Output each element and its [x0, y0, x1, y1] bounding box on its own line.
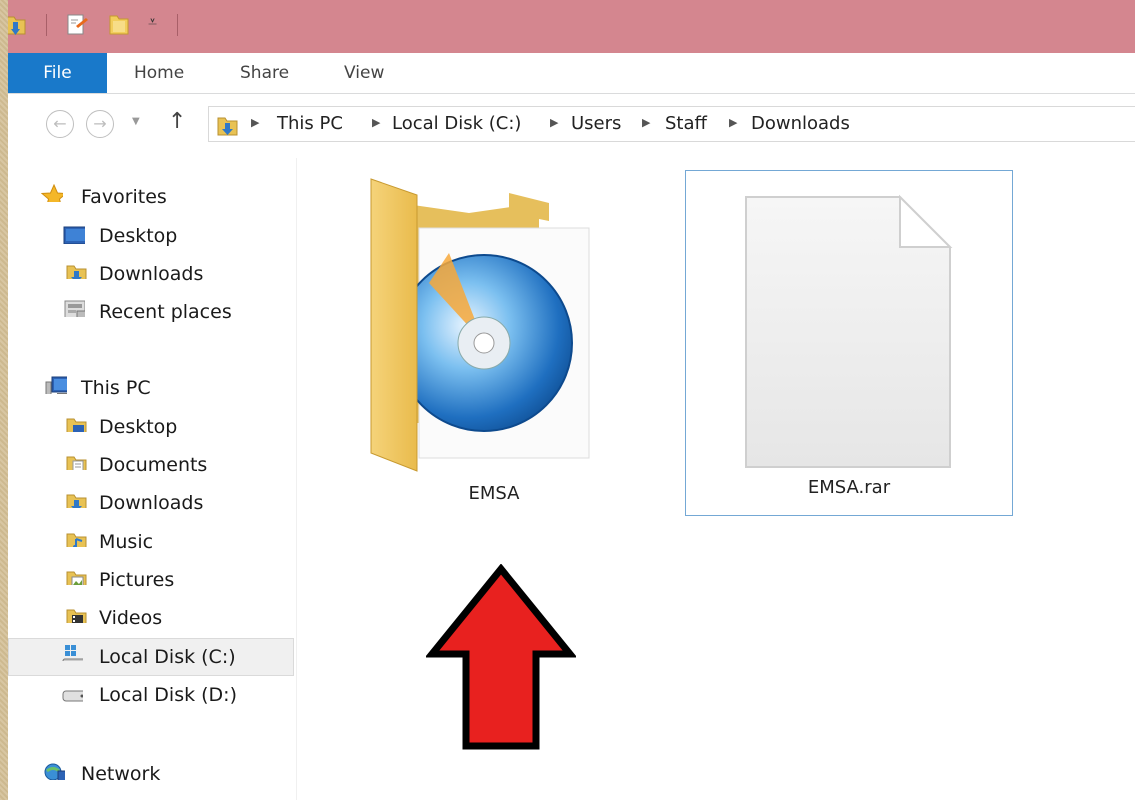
nav-label: Downloads — [99, 263, 204, 285]
nav-favorites-desktop[interactable]: Desktop — [63, 218, 178, 254]
downloads-folder-icon — [66, 265, 87, 279]
nav-label: Favorites — [81, 186, 167, 208]
quick-access-separator — [177, 14, 178, 36]
music-folder-icon — [66, 533, 87, 547]
documents-folder-icon — [66, 456, 87, 470]
nav-pc-local-disk-c[interactable]: Local Disk (C:) — [62, 639, 236, 675]
nav-label: Recent places — [99, 301, 232, 323]
downloads-folder-icon — [217, 117, 238, 136]
tab-home[interactable]: Home — [134, 53, 184, 93]
nav-pc-videos[interactable]: Videos — [66, 600, 163, 636]
forward-button[interactable]: → — [86, 110, 114, 138]
breadcrumb-separator-icon: ▶ — [642, 116, 651, 129]
nav-label: Pictures — [99, 569, 175, 591]
nav-favorites[interactable]: Favorites — [41, 179, 167, 215]
nav-pc-downloads[interactable]: Downloads — [66, 485, 204, 521]
nav-favorites-recent-places[interactable]: Recent places — [64, 294, 232, 330]
nav-pc-local-disk-d[interactable]: Local Disk (D:) — [62, 677, 237, 713]
computer-icon — [45, 376, 67, 394]
nav-favorites-downloads[interactable]: Downloads — [66, 256, 204, 292]
file-item-emsa-rar[interactable]: EMSA.rar — [685, 170, 1013, 516]
ribbon-tabs: File Home Share View — [8, 53, 1135, 94]
nav-label: Downloads — [99, 492, 204, 514]
nav-pc-pictures[interactable]: Pictures — [66, 562, 175, 598]
up-button[interactable]: ↑ — [168, 109, 186, 134]
nav-label: Desktop — [99, 416, 178, 438]
title-bar: ⩡ — [8, 0, 1135, 54]
star-icon — [41, 184, 63, 202]
downloads-folder-icon — [66, 494, 87, 508]
up-arrow-icon: ↑ — [168, 109, 187, 134]
back-button[interactable]: ← — [46, 110, 74, 138]
breadcrumb-this-pc[interactable]: This PC — [277, 113, 343, 134]
recent-locations-dropdown-icon[interactable]: ▼ — [132, 116, 140, 127]
back-arrow-icon: ← — [53, 114, 67, 133]
disc-folder-icon — [370, 178, 590, 472]
new-folder-icon[interactable] — [108, 12, 130, 36]
tab-view[interactable]: View — [344, 53, 384, 93]
nav-network[interactable]: Network — [44, 756, 161, 792]
blank-file-icon — [745, 194, 953, 468]
breadcrumb-downloads[interactable]: Downloads — [751, 113, 850, 134]
nav-label: This PC — [81, 377, 151, 399]
breadcrumb-separator-icon: ▶ — [251, 116, 260, 129]
breadcrumb-separator-icon: ▶ — [550, 116, 559, 129]
nav-label: Documents — [99, 454, 208, 476]
drive-icon — [62, 690, 83, 702]
tab-share[interactable]: Share — [240, 53, 289, 93]
file-name: EMSA — [468, 483, 520, 504]
breadcrumb-local-disk[interactable]: Local Disk (C:) — [392, 113, 521, 134]
tab-file[interactable]: File — [8, 53, 107, 93]
nav-label: Music — [99, 531, 154, 553]
explorer-window: ⩡ File Home Share View ← → ▼ ↑ ▶ This PC… — [8, 0, 1135, 800]
nav-pc-documents[interactable]: Documents — [66, 447, 208, 483]
breadcrumb-users[interactable]: Users — [571, 113, 621, 134]
nav-this-pc[interactable]: This PC — [45, 370, 151, 406]
recent-places-icon — [64, 300, 85, 317]
address-row: ← → ▼ ↑ ▶ This PC ▶ Local Disk (C:) ▶ Us… — [8, 94, 1135, 158]
nav-label: Desktop — [99, 225, 178, 247]
red-up-arrow-annotation — [426, 564, 576, 750]
customize-toolbar-icon[interactable]: ⩡ — [148, 12, 157, 32]
nav-label: Local Disk (C:) — [99, 646, 236, 668]
desktop-icon — [63, 226, 85, 244]
quick-access-separator — [46, 14, 47, 36]
forward-arrow-icon: → — [93, 114, 107, 133]
desktop-folder-icon — [66, 418, 87, 432]
navigation-pane: Favorites Desktop Downloads Recent place… — [8, 158, 297, 800]
breadcrumb-staff[interactable]: Staff — [665, 113, 707, 134]
properties-icon[interactable] — [66, 12, 88, 36]
file-item-emsa-folder[interactable]: EMSA — [349, 173, 609, 513]
nav-pc-desktop[interactable]: Desktop — [66, 409, 178, 445]
file-list-area: EMSA EMSA.rar — [297, 158, 1135, 800]
pictures-folder-icon — [66, 571, 87, 585]
nav-pc-music[interactable]: Music — [66, 524, 154, 560]
system-drive-icon — [62, 645, 83, 661]
address-bar[interactable]: ▶ This PC ▶ Local Disk (C:) ▶ Users ▶ St… — [208, 106, 1135, 142]
nav-label: Local Disk (D:) — [99, 684, 237, 706]
breadcrumb-separator-icon: ▶ — [729, 116, 738, 129]
nav-label: Videos — [99, 607, 163, 629]
breadcrumb-separator-icon: ▶ — [372, 116, 381, 129]
folder-download-icon[interactable] — [8, 12, 26, 36]
file-name: EMSA.rar — [807, 477, 891, 498]
videos-folder-icon — [66, 609, 87, 623]
network-icon — [44, 763, 65, 780]
nav-label: Network — [81, 763, 161, 785]
